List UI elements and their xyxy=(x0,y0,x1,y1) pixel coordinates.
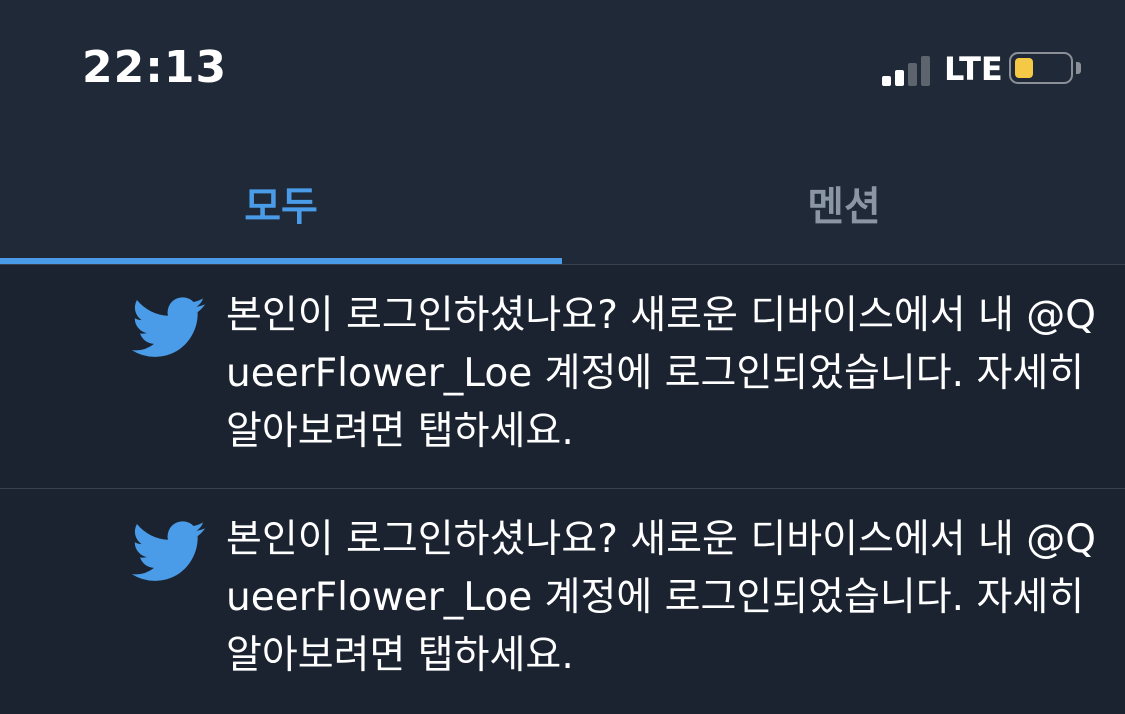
notification-item[interactable]: 본인이 로그인하셨나요? 새로운 디바이스에서 내 @QueerFlower_L… xyxy=(0,265,1125,489)
battery-icon xyxy=(1009,52,1073,84)
signal-bar xyxy=(895,70,904,86)
tab-mentions[interactable]: 멘션 xyxy=(563,140,1125,264)
battery-level-fill xyxy=(1015,58,1033,78)
tab-all[interactable]: 모두 xyxy=(0,140,562,264)
status-bar: 22:13 LTE xyxy=(0,0,1125,140)
signal-bar xyxy=(908,63,917,86)
notifications-screen: 22:13 LTE 모두 멘션 본인이 로그인하셨나요? 새로운 디바이스에서 … xyxy=(0,0,1125,714)
signal-bar xyxy=(882,76,891,86)
battery-cap xyxy=(1076,62,1081,74)
tab-selected-indicator xyxy=(563,258,1125,264)
notification-text: 본인이 로그인하셨나요? 새로운 디바이스에서 내 @QueerFlower_L… xyxy=(226,293,1096,454)
signal-bar xyxy=(921,56,930,86)
notification-tabs: 모두 멘션 xyxy=(0,140,1125,265)
tab-mentions-label: 멘션 xyxy=(807,184,881,230)
notification-item[interactable]: 본인이 로그인하셨나요? 새로운 디바이스에서 내 @QueerFlower_L… xyxy=(0,489,1125,714)
cellular-signal-icon xyxy=(882,54,934,86)
network-type-label: LTE xyxy=(944,50,1003,88)
twitter-bird-icon xyxy=(131,297,206,357)
notification-text: 본인이 로그인하셨나요? 새로운 디바이스에서 내 @QueerFlower_L… xyxy=(226,517,1096,678)
tab-selected-indicator xyxy=(0,258,562,264)
twitter-bird-icon xyxy=(131,521,206,581)
status-time: 22:13 xyxy=(82,42,228,93)
tab-all-label: 모두 xyxy=(244,184,318,230)
